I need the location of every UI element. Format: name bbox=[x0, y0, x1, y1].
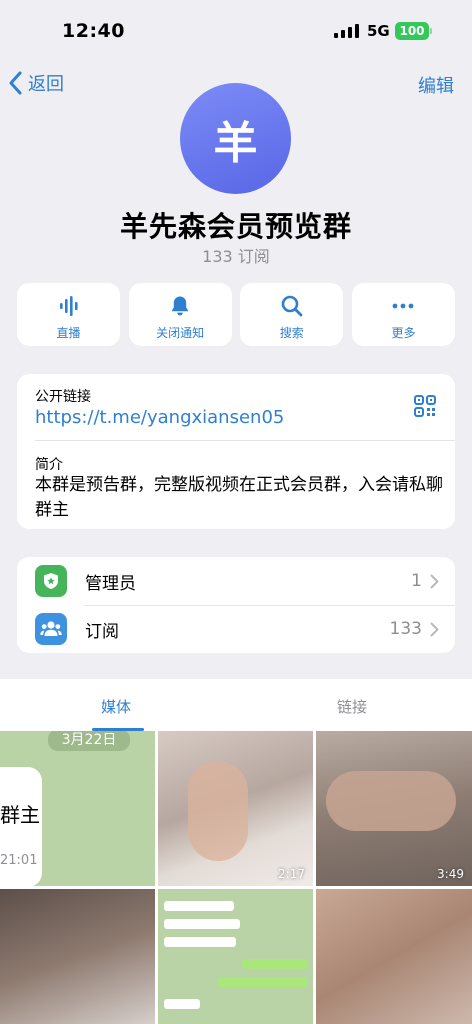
search-button[interactable]: 搜索 bbox=[240, 283, 344, 346]
network-type: 5G bbox=[367, 22, 390, 40]
list-item-subscribers[interactable]: 订阅 133 bbox=[17, 605, 455, 653]
more-icon bbox=[393, 303, 414, 309]
search-label: 搜索 bbox=[279, 326, 304, 340]
more-label: 更多 bbox=[391, 326, 416, 340]
mute-label: 关闭通知 bbox=[156, 326, 205, 340]
video-duration: 3:49 bbox=[437, 867, 464, 881]
bell-icon bbox=[171, 296, 189, 316]
tab-links[interactable]: 链接 bbox=[337, 696, 367, 717]
chevron-right-icon bbox=[430, 622, 439, 636]
edit-button[interactable]: 编辑 bbox=[418, 72, 454, 98]
status-time: 12:40 bbox=[62, 20, 125, 42]
live-button[interactable]: 直播 bbox=[17, 283, 120, 346]
video-thumbnail-figure bbox=[326, 771, 456, 831]
media-tile-video[interactable]: 2:17 bbox=[158, 731, 313, 886]
live-waveform-icon bbox=[59, 296, 78, 316]
public-link-label: 公开链接 bbox=[35, 389, 91, 405]
chat-line bbox=[164, 901, 234, 911]
chat-bubble-time: 21:01 bbox=[0, 853, 38, 868]
chat-date-badge: 3月22日 bbox=[48, 731, 130, 751]
chevron-left-icon bbox=[9, 71, 22, 95]
media-tile-photo[interactable] bbox=[0, 889, 155, 1024]
chat-line bbox=[164, 919, 240, 929]
search-icon bbox=[281, 295, 303, 317]
chat-line bbox=[164, 937, 236, 947]
live-label: 直播 bbox=[56, 326, 81, 340]
bio-text: 本群是预告群，完整版视频在正式会员群，入会请私聊群主 bbox=[35, 475, 443, 520]
battery-tip bbox=[430, 28, 432, 34]
media-tile-chat-screenshot[interactable] bbox=[158, 889, 313, 1024]
battery-icon: 100 bbox=[395, 22, 429, 40]
group-title: 羊先森会员预览群 bbox=[119, 210, 352, 243]
list-item-admins[interactable]: 管理员 1 bbox=[17, 557, 455, 605]
subscribers-value: 133 bbox=[389, 619, 422, 639]
media-tile-video[interactable]: 3:49 bbox=[316, 731, 472, 886]
public-link[interactable]: https://t.me/yangxiansen05 bbox=[35, 407, 284, 428]
media-tile-photo[interactable] bbox=[316, 889, 472, 1024]
subscribers-icon bbox=[35, 613, 67, 645]
admins-label: 管理员 bbox=[85, 573, 136, 594]
tab-media[interactable]: 媒体 bbox=[101, 696, 131, 717]
media-grid: 3月22日 群主 21:01 2:17 3:49 bbox=[0, 731, 472, 1024]
action-bar: 直播 关闭通知 搜索 更多 bbox=[17, 283, 455, 346]
info-card: 公开链接 https://t.me/yangxiansen05 简介 本群是预告… bbox=[17, 374, 455, 529]
subscriber-count: 133 订阅 bbox=[202, 247, 270, 266]
mute-button[interactable]: 关闭通知 bbox=[128, 283, 232, 346]
back-button[interactable]: 返回 bbox=[8, 70, 64, 96]
video-duration: 2:17 bbox=[278, 867, 305, 881]
info-divider bbox=[35, 440, 455, 441]
media-tile-chat[interactable]: 3月22日 群主 21:01 bbox=[0, 731, 155, 886]
chat-line bbox=[218, 977, 308, 987]
group-avatar[interactable]: 羊 bbox=[180, 83, 291, 194]
admin-badge-icon bbox=[35, 565, 67, 597]
qr-code-icon[interactable] bbox=[414, 395, 436, 417]
back-label: 返回 bbox=[28, 74, 64, 95]
bio-label: 简介 bbox=[35, 457, 63, 473]
chat-line bbox=[242, 959, 308, 969]
chat-bubble-text: 群主 bbox=[0, 803, 40, 827]
more-button[interactable]: 更多 bbox=[351, 283, 455, 346]
media-tabs: 媒体 链接 bbox=[0, 679, 472, 731]
chat-line bbox=[164, 999, 200, 1009]
subscribers-label: 订阅 bbox=[85, 621, 119, 642]
admins-count: 1 bbox=[411, 571, 422, 591]
video-thumbnail-figure bbox=[188, 761, 248, 861]
members-card: 管理员 1 订阅 133 bbox=[17, 557, 455, 653]
chevron-right-icon bbox=[430, 574, 439, 588]
cellular-signal-icon bbox=[334, 24, 359, 38]
